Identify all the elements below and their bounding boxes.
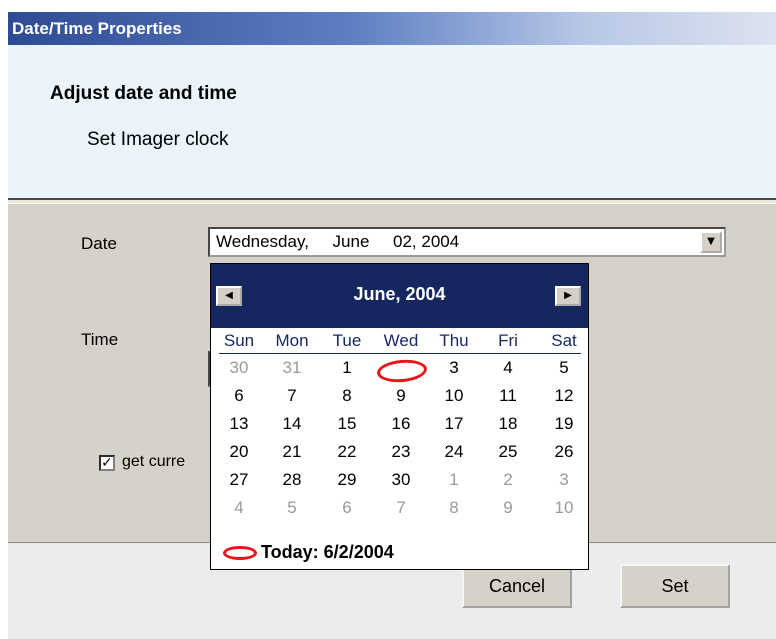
day-cell[interactable]: 2 <box>488 468 528 492</box>
header-subtitle: Set Imager clock <box>87 129 229 150</box>
weekday-fri: Fri <box>498 331 518 350</box>
date-label: Date <box>81 234 117 253</box>
calendar-header: ◀ June, 2004 ▶ <box>211 264 588 328</box>
day-cell[interactable]: 28 <box>272 468 312 492</box>
day-cell[interactable]: 9 <box>488 496 528 520</box>
day-cell[interactable]: 25 <box>488 440 528 464</box>
day-cell[interactable]: 30 <box>381 468 421 492</box>
day-cell[interactable]: 6 <box>327 496 367 520</box>
day-cell[interactable]: 18 <box>488 412 528 436</box>
day-cell[interactable]: 21 <box>272 440 312 464</box>
today-circle-icon <box>223 546 257 561</box>
day-cell[interactable]: 5 <box>544 356 584 380</box>
day-cell[interactable]: 7 <box>381 496 421 520</box>
day-cell[interactable]: 5 <box>272 496 312 520</box>
day-cell[interactable]: 14 <box>272 412 312 436</box>
day-cell[interactable]: 3 <box>434 356 474 380</box>
day-cell[interactable]: 6 <box>219 384 259 408</box>
day-cell[interactable]: 23 <box>381 440 421 464</box>
day-cell[interactable]: 26 <box>544 440 584 464</box>
checkbox-label: get curre <box>122 453 186 470</box>
weekday-thu: Thu <box>439 331 469 350</box>
set-button[interactable]: Set <box>620 564 730 608</box>
day-cell[interactable]: 9 <box>381 384 421 408</box>
time-label: Time <box>81 330 119 349</box>
dialog-header: Adjust date and time Set Imager clock <box>8 45 776 200</box>
day-cell[interactable]: 24 <box>434 440 474 464</box>
calendar-popup: ◀ June, 2004 ▶ Sun Mon Tue Wed Thu Fri Sat 30 3… <box>210 263 589 570</box>
day-cell[interactable]: 16 <box>381 412 421 436</box>
cancel-button[interactable]: Cancel <box>462 564 572 608</box>
day-cell[interactable]: 22 <box>327 440 367 464</box>
day-cell[interactable]: 7 <box>272 384 312 408</box>
month-title: June, 2004 <box>353 284 446 304</box>
day-cell[interactable]: 20 <box>219 440 259 464</box>
right-arrow-icon[interactable]: ▶ <box>555 286 581 306</box>
get-current-checkbox[interactable]: ✓ <box>99 455 115 471</box>
day-cell[interactable]: 12 <box>544 384 584 408</box>
day-cell[interactable]: 1 <box>327 356 367 380</box>
day-cell[interactable]: 30 <box>219 356 259 380</box>
day-cell[interactable]: 8 <box>434 496 474 520</box>
weekday-header: Sun Mon Tue Wed Thu Fri Sat <box>211 331 588 353</box>
day-cell[interactable]: 19 <box>544 412 584 436</box>
day-cell[interactable]: 1 <box>434 468 474 492</box>
day-cell[interactable]: 11 <box>488 384 528 408</box>
day-cell[interactable]: 10 <box>544 496 584 520</box>
weekday-wed: Wed <box>383 331 419 350</box>
date-value: Wednesday, June 02, 2004 <box>216 232 460 251</box>
day-cell[interactable]: 31 <box>272 356 312 380</box>
weekday-sun: Sun <box>223 331 255 350</box>
date-picker[interactable]: Wednesday, June 02, 2004 ▼ <box>208 227 726 257</box>
weekday-tue: Tue <box>332 331 362 350</box>
day-cell[interactable]: 10 <box>434 384 474 408</box>
day-cell[interactable]: 8 <box>327 384 367 408</box>
day-cell[interactable]: 13 <box>219 412 259 436</box>
day-cell[interactable]: 27 <box>219 468 259 492</box>
day-cell[interactable]: 29 <box>327 468 367 492</box>
window-title: Date/Time Properties <box>8 12 776 45</box>
day-cell[interactable]: 15 <box>327 412 367 436</box>
day-cell[interactable]: 3 <box>544 468 584 492</box>
today-label: Today: 6/2/2004 <box>261 542 394 562</box>
today-link[interactable]: Today: 6/2/2004 <box>223 542 394 563</box>
weekday-sat: Sat <box>551 331 577 350</box>
day-cell[interactable]: 17 <box>434 412 474 436</box>
dropdown-arrow-icon[interactable]: ▼ <box>700 231 722 253</box>
weekday-mon: Mon <box>275 331 309 350</box>
day-cell[interactable]: 4 <box>219 496 259 520</box>
day-cell[interactable]: 4 <box>488 356 528 380</box>
header-title: Adjust date and time <box>50 83 237 104</box>
weekday-divider <box>219 353 581 354</box>
